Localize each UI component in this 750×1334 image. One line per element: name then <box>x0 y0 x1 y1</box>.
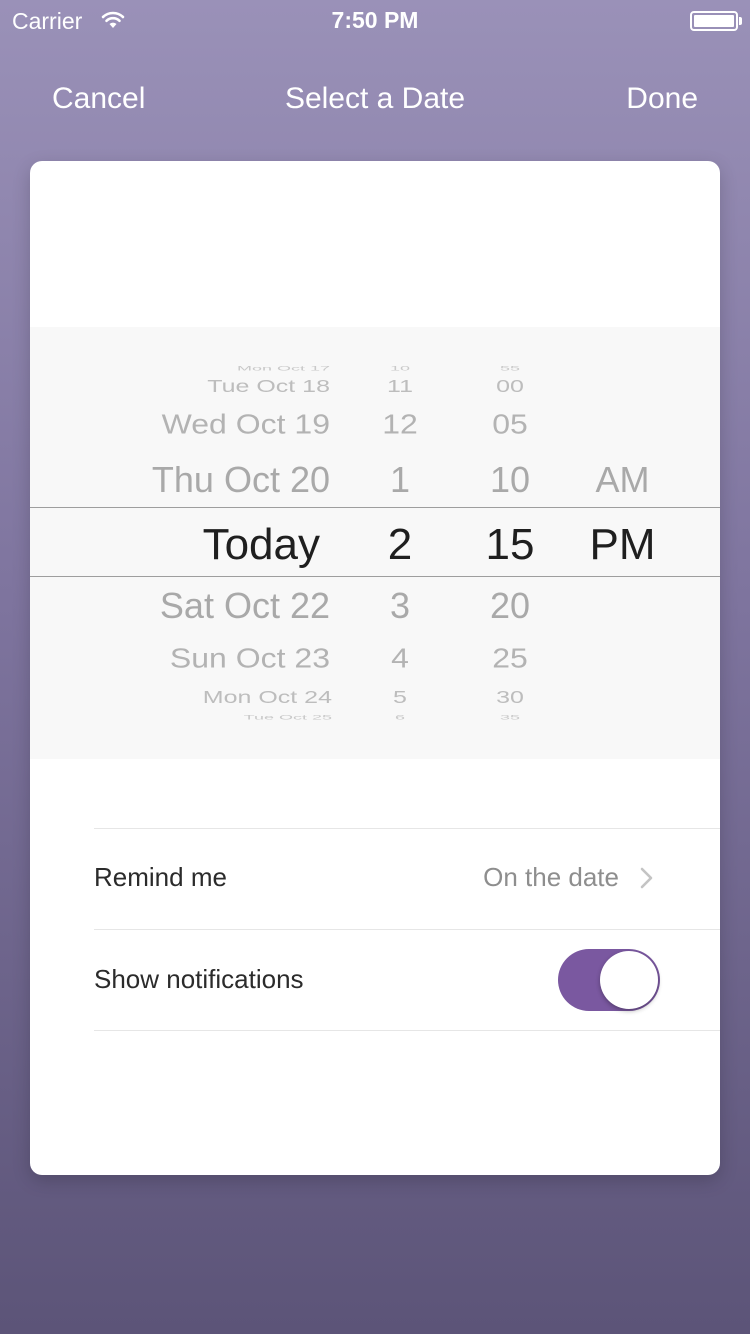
picker-date-item[interactable]: Sat Oct 22 <box>160 588 330 624</box>
picker-minute-item[interactable]: 05 <box>450 410 570 438</box>
picker-hour-item[interactable]: 6 <box>340 714 460 721</box>
navigation-bar: Cancel Select a Date Done <box>0 78 750 124</box>
picker-hour-item[interactable]: 11 <box>340 377 460 396</box>
picker-date-item[interactable]: Thu Oct 20 <box>152 462 330 498</box>
picker-minute-item[interactable]: 00 <box>450 377 570 396</box>
divider <box>94 828 720 829</box>
picker-hour-item[interactable]: 5 <box>340 688 460 707</box>
show-notifications-label: Show notifications <box>94 964 304 994</box>
picker-date-item[interactable]: Mon Oct 24 <box>203 688 332 707</box>
picker-date-item[interactable]: Tue Oct 18 <box>207 377 330 396</box>
chevron-right-icon <box>640 867 653 889</box>
picker-hour-item[interactable]: 4 <box>340 644 460 672</box>
picker-minute-item[interactable]: 30 <box>450 688 570 707</box>
battery-tip <box>739 17 742 25</box>
picker-hour-item[interactable]: 10 <box>340 365 460 372</box>
remind-me-label: Remind me <box>94 862 227 892</box>
picker-date-item[interactable]: Wed Oct 19 <box>162 410 330 438</box>
notifications-toggle[interactable] <box>558 949 660 1011</box>
picker-minute-item[interactable]: 55 <box>450 365 570 372</box>
toggle-knob <box>600 951 658 1009</box>
date-card: Mon Oct 17 Tue Oct 18 Wed Oct 19 Thu Oct… <box>30 161 720 1175</box>
divider <box>94 929 720 930</box>
picker-ampm-item[interactable]: AM <box>560 462 685 498</box>
picker-minute-selected[interactable]: 15 <box>450 523 570 567</box>
status-bar: Carrier 7:50 PM <box>0 0 750 40</box>
picker-minute-item[interactable]: 35 <box>450 714 570 721</box>
picker-hour-selected[interactable]: 2 <box>340 523 460 567</box>
picker-date-selected[interactable]: Today <box>203 523 320 567</box>
done-button[interactable]: Done <box>626 82 698 116</box>
picker-hour-item[interactable]: 12 <box>340 410 460 438</box>
picker-date-item[interactable]: Mon Oct 17 <box>237 365 330 372</box>
picker-minute-item[interactable]: 20 <box>450 588 570 624</box>
date-time-picker[interactable]: Mon Oct 17 Tue Oct 18 Wed Oct 19 Thu Oct… <box>30 327 720 759</box>
picker-minute-item[interactable]: 25 <box>450 644 570 672</box>
picker-minute-item[interactable]: 10 <box>450 462 570 498</box>
picker-hour-item[interactable]: 3 <box>340 588 460 624</box>
divider <box>94 1030 720 1031</box>
picker-ampm-selected[interactable]: PM <box>560 523 685 567</box>
status-time: 7:50 PM <box>331 7 419 33</box>
picker-date-item[interactable]: Tue Oct 25 <box>244 714 332 721</box>
battery-icon <box>690 11 738 31</box>
picker-hour-item[interactable]: 1 <box>340 462 460 498</box>
remind-me-value: On the date <box>483 862 619 892</box>
picker-date-item[interactable]: Sun Oct 23 <box>170 644 330 672</box>
